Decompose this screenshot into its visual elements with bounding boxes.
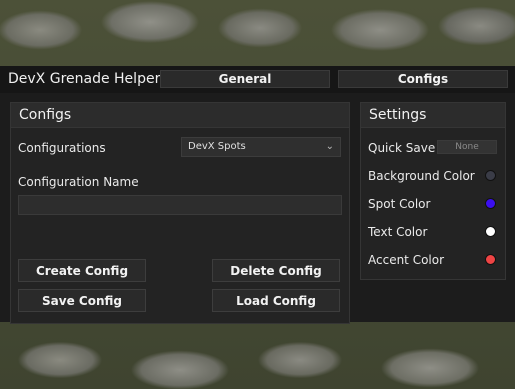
delete-config-button[interactable]: Delete Config bbox=[212, 259, 340, 282]
settings-panel: Settings Quick Save None Background Colo… bbox=[360, 102, 506, 280]
quick-save-label: Quick Save bbox=[368, 141, 436, 155]
accent-color-label: Accent Color bbox=[368, 253, 445, 267]
background-color-swatch[interactable] bbox=[485, 170, 496, 181]
create-config-button[interactable]: Create Config bbox=[18, 259, 146, 282]
accent-color-swatch[interactable] bbox=[485, 254, 496, 265]
background-color-label: Background Color bbox=[368, 169, 475, 183]
configuration-name-input[interactable] bbox=[18, 195, 342, 215]
settings-panel-header: Settings bbox=[361, 103, 505, 128]
title-bar: DevX Grenade Helper General Configs bbox=[0, 66, 515, 93]
helper-window: DevX Grenade Helper General Configs Conf… bbox=[0, 66, 515, 324]
chevron-down-icon: ⌄ bbox=[325, 141, 334, 152]
selected-config: DevX Spots bbox=[188, 141, 246, 152]
configurations-select[interactable]: DevX Spots ⌄ bbox=[181, 137, 341, 157]
window-title: DevX Grenade Helper bbox=[8, 71, 161, 87]
configs-panel-header: Configs bbox=[11, 103, 349, 128]
tab-configs[interactable]: Configs bbox=[338, 70, 508, 88]
save-config-button[interactable]: Save Config bbox=[18, 289, 146, 312]
configuration-name-label: Configuration Name bbox=[18, 175, 139, 189]
text-color-label: Text Color bbox=[368, 225, 428, 239]
spot-color-swatch[interactable] bbox=[485, 198, 496, 209]
spot-color-label: Spot Color bbox=[368, 197, 431, 211]
load-config-button[interactable]: Load Config bbox=[212, 289, 340, 312]
configurations-label: Configurations bbox=[18, 141, 106, 155]
text-color-swatch[interactable] bbox=[485, 226, 496, 237]
configs-panel: Configs Configurations DevX Spots ⌄ Conf… bbox=[10, 102, 350, 324]
tab-general[interactable]: General bbox=[160, 70, 330, 88]
quick-save-keybind[interactable]: None bbox=[437, 140, 497, 154]
